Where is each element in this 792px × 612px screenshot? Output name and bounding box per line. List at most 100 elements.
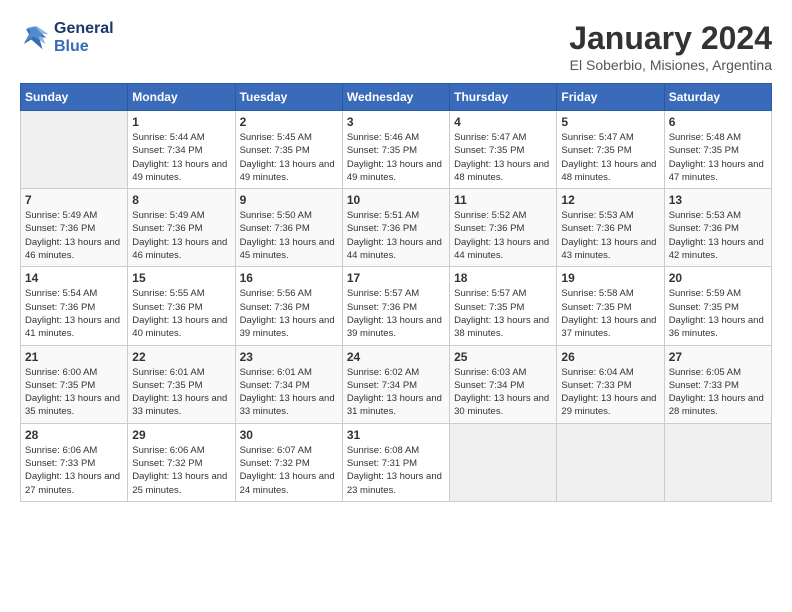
calendar-cell <box>557 423 664 501</box>
day-number: 23 <box>240 350 338 364</box>
day-info: Sunrise: 5:53 AMSunset: 7:36 PMDaylight:… <box>669 209 767 262</box>
day-number: 26 <box>561 350 659 364</box>
calendar-cell: 19Sunrise: 5:58 AMSunset: 7:35 PMDayligh… <box>557 267 664 345</box>
day-info: Sunrise: 5:51 AMSunset: 7:36 PMDaylight:… <box>347 209 445 262</box>
day-number: 16 <box>240 271 338 285</box>
day-info: Sunrise: 6:02 AMSunset: 7:34 PMDaylight:… <box>347 366 445 419</box>
day-number: 15 <box>132 271 230 285</box>
calendar-cell: 28 Sunrise: 6:06 AMSunset: 7:33 PMDayligh… <box>21 423 128 501</box>
day-info: Sunrise: 5:44 AMSunset: 7:34 PMDaylight:… <box>132 131 230 184</box>
page-header: General Blue January 2024 El Soberbio, M… <box>20 20 772 73</box>
day-info: Sunrise: 5:59 AMSunset: 7:35 PMDaylight:… <box>669 287 767 340</box>
calendar-cell: 10 Sunrise: 5:51 AMSunset: 7:36 PMDayligh… <box>342 189 449 267</box>
day-number: 21 <box>25 350 123 364</box>
day-info: Sunrise: 6:01 AMSunset: 7:34 PMDaylight:… <box>240 366 338 419</box>
calendar-cell: 4 Sunrise: 5:47 AMSunset: 7:35 PMDaylight… <box>450 111 557 189</box>
calendar-cell: 2Sunrise: 5:45 AMSunset: 7:35 PMDaylight… <box>235 111 342 189</box>
day-number: 29 <box>132 428 230 442</box>
day-info: Sunrise: 6:00 AMSunset: 7:35 PMDaylight:… <box>25 366 123 419</box>
day-info: Sunrise: 5:57 AMSunset: 7:36 PMDaylight:… <box>347 287 445 340</box>
calendar-cell <box>664 423 771 501</box>
calendar-cell: 5Sunrise: 5:47 AMSunset: 7:35 PMDaylight… <box>557 111 664 189</box>
calendar-cell: 21 Sunrise: 6:00 AMSunset: 7:35 PMDayligh… <box>21 345 128 423</box>
day-number: 12 <box>561 193 659 207</box>
month-title: January 2024 <box>569 20 772 57</box>
day-info: Sunrise: 5:57 AMSunset: 7:35 PMDaylight:… <box>454 287 552 340</box>
day-info: Sunrise: 6:01 AMSunset: 7:35 PMDaylight:… <box>132 366 230 419</box>
calendar-cell: 27 Sunrise: 6:05 AMSunset: 7:33 PMDayligh… <box>664 345 771 423</box>
calendar-cell <box>21 111 128 189</box>
logo-text: General Blue <box>54 20 114 56</box>
day-info: Sunrise: 6:08 AMSunset: 7:31 PMDaylight:… <box>347 444 445 497</box>
calendar-week-row: 1 Sunrise: 5:44 AMSunset: 7:34 PMDaylight… <box>21 111 772 189</box>
logo-icon <box>20 23 50 53</box>
calendar-cell: 17 Sunrise: 5:57 AMSunset: 7:36 PMDayligh… <box>342 267 449 345</box>
day-number: 31 <box>347 428 445 442</box>
location-subtitle: El Soberbio, Misiones, Argentina <box>569 57 772 73</box>
logo: General Blue <box>20 20 114 56</box>
calendar-cell: 6 Sunrise: 5:48 AMSunset: 7:35 PMDaylight… <box>664 111 771 189</box>
day-number: 19 <box>561 271 659 285</box>
day-number: 9 <box>240 193 338 207</box>
calendar-cell: 16Sunrise: 5:56 AMSunset: 7:36 PMDayligh… <box>235 267 342 345</box>
day-header-sunday: Sunday <box>21 84 128 111</box>
day-number: 6 <box>669 115 767 129</box>
day-header-tuesday: Tuesday <box>235 84 342 111</box>
calendar-cell: 29 Sunrise: 6:06 AMSunset: 7:32 PMDayligh… <box>128 423 235 501</box>
day-info: Sunrise: 5:54 AMSunset: 7:36 PMDaylight:… <box>25 287 123 340</box>
day-number: 22 <box>132 350 230 364</box>
day-number: 4 <box>454 115 552 129</box>
day-header-monday: Monday <box>128 84 235 111</box>
day-info: Sunrise: 5:52 AMSunset: 7:36 PMDaylight:… <box>454 209 552 262</box>
calendar-cell: 8 Sunrise: 5:49 AMSunset: 7:36 PMDaylight… <box>128 189 235 267</box>
day-header-friday: Friday <box>557 84 664 111</box>
calendar-cell <box>450 423 557 501</box>
day-number: 25 <box>454 350 552 364</box>
calendar-cell: 18 Sunrise: 5:57 AMSunset: 7:35 PMDayligh… <box>450 267 557 345</box>
calendar-week-row: 14 Sunrise: 5:54 AMSunset: 7:36 PMDayligh… <box>21 267 772 345</box>
day-number: 1 <box>132 115 230 129</box>
calendar-cell: 13 Sunrise: 5:53 AMSunset: 7:36 PMDayligh… <box>664 189 771 267</box>
day-header-wednesday: Wednesday <box>342 84 449 111</box>
calendar-cell: 31 Sunrise: 6:08 AMSunset: 7:31 PMDayligh… <box>342 423 449 501</box>
day-number: 8 <box>132 193 230 207</box>
day-info: Sunrise: 5:50 AMSunset: 7:36 PMDaylight:… <box>240 209 338 262</box>
day-number: 24 <box>347 350 445 364</box>
calendar-cell: 20Sunrise: 5:59 AMSunset: 7:35 PMDayligh… <box>664 267 771 345</box>
day-info: Sunrise: 5:55 AMSunset: 7:36 PMDaylight:… <box>132 287 230 340</box>
day-header-thursday: Thursday <box>450 84 557 111</box>
calendar-cell: 26 Sunrise: 6:04 AMSunset: 7:33 PMDayligh… <box>557 345 664 423</box>
day-number: 27 <box>669 350 767 364</box>
day-number: 18 <box>454 271 552 285</box>
day-info: Sunrise: 6:06 AMSunset: 7:33 PMDaylight:… <box>25 444 123 497</box>
day-number: 14 <box>25 271 123 285</box>
calendar-week-row: 28 Sunrise: 6:06 AMSunset: 7:33 PMDayligh… <box>21 423 772 501</box>
day-number: 5 <box>561 115 659 129</box>
day-info: Sunrise: 5:45 AMSunset: 7:35 PMDaylight:… <box>240 131 338 184</box>
day-number: 13 <box>669 193 767 207</box>
calendar-cell: 25Sunrise: 6:03 AMSunset: 7:34 PMDayligh… <box>450 345 557 423</box>
calendar-cell: 15 Sunrise: 5:55 AMSunset: 7:36 PMDayligh… <box>128 267 235 345</box>
day-info: Sunrise: 5:47 AMSunset: 7:35 PMDaylight:… <box>454 131 552 184</box>
day-number: 11 <box>454 193 552 207</box>
day-info: Sunrise: 6:07 AMSunset: 7:32 PMDaylight:… <box>240 444 338 497</box>
day-info: Sunrise: 5:48 AMSunset: 7:35 PMDaylight:… <box>669 131 767 184</box>
day-info: Sunrise: 6:06 AMSunset: 7:32 PMDaylight:… <box>132 444 230 497</box>
calendar-cell: 22 Sunrise: 6:01 AMSunset: 7:35 PMDayligh… <box>128 345 235 423</box>
calendar-cell: 9 Sunrise: 5:50 AMSunset: 7:36 PMDaylight… <box>235 189 342 267</box>
calendar-cell: 23 Sunrise: 6:01 AMSunset: 7:34 PMDayligh… <box>235 345 342 423</box>
day-header-saturday: Saturday <box>664 84 771 111</box>
calendar-cell: 30 Sunrise: 6:07 AMSunset: 7:32 PMDayligh… <box>235 423 342 501</box>
day-number: 17 <box>347 271 445 285</box>
calendar-cell: 7Sunrise: 5:49 AMSunset: 7:36 PMDaylight… <box>21 189 128 267</box>
calendar-week-row: 7Sunrise: 5:49 AMSunset: 7:36 PMDaylight… <box>21 189 772 267</box>
calendar-cell: 14 Sunrise: 5:54 AMSunset: 7:36 PMDayligh… <box>21 267 128 345</box>
day-info: Sunrise: 5:49 AMSunset: 7:36 PMDaylight:… <box>132 209 230 262</box>
day-number: 10 <box>347 193 445 207</box>
day-number: 30 <box>240 428 338 442</box>
calendar-week-row: 21 Sunrise: 6:00 AMSunset: 7:35 PMDayligh… <box>21 345 772 423</box>
day-info: Sunrise: 6:04 AMSunset: 7:33 PMDaylight:… <box>561 366 659 419</box>
day-number: 28 <box>25 428 123 442</box>
day-info: Sunrise: 6:05 AMSunset: 7:33 PMDaylight:… <box>669 366 767 419</box>
day-number: 3 <box>347 115 445 129</box>
